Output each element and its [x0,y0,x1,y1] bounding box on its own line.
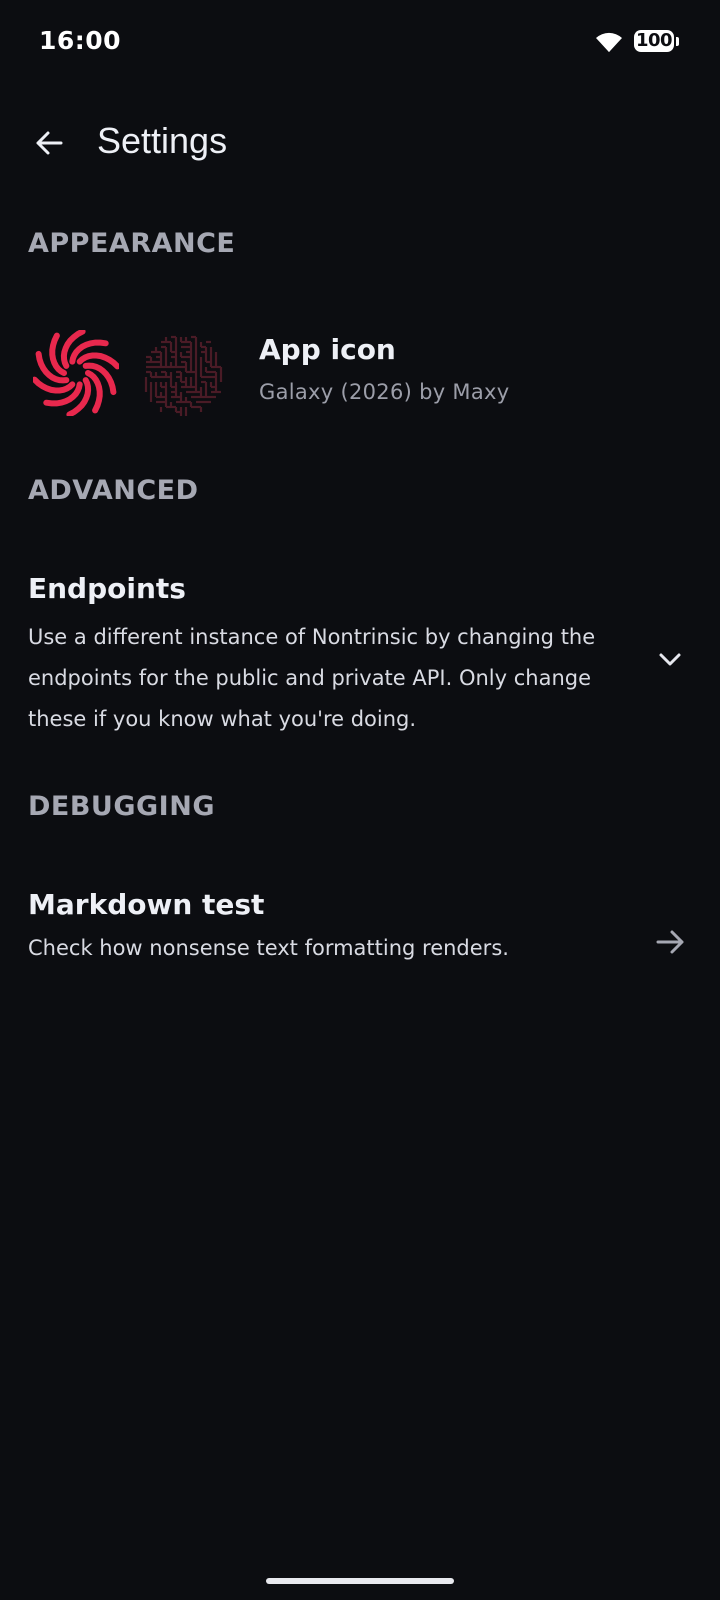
battery-level: 100 [634,30,674,52]
endpoints-description: Use a different instance of Nontrinsic b… [28,625,596,731]
app-bar: Settings [0,100,720,184]
galaxy-icon[interactable] [33,330,119,416]
back-arrow-icon [36,131,63,155]
markdown-test-title: Markdown test [28,888,265,921]
battery-indicator: 100 [634,30,680,54]
back-button[interactable] [24,118,74,168]
maze-icon[interactable] [139,330,225,416]
status-bar: 16:00 100 [0,0,720,84]
endpoints-title: Endpoints [28,572,186,605]
app-icon-title: App icon [259,333,396,366]
section-advanced: ADVANCED [28,475,199,506]
section-debugging: DEBUGGING [28,791,215,822]
home-indicator[interactable] [266,1578,454,1584]
wifi-icon [596,32,622,52]
section-appearance: APPEARANCE [28,228,236,259]
chevron-down-icon[interactable] [656,648,684,672]
arrow-right-icon[interactable] [654,925,688,959]
page-title: Settings [97,120,228,161]
app-icon-subtitle: Galaxy (2026) by Maxy [259,380,510,404]
markdown-test-description: Check how nonsense text formatting rende… [28,936,509,960]
status-time: 16:00 [39,26,122,55]
battery-tip [676,37,679,46]
